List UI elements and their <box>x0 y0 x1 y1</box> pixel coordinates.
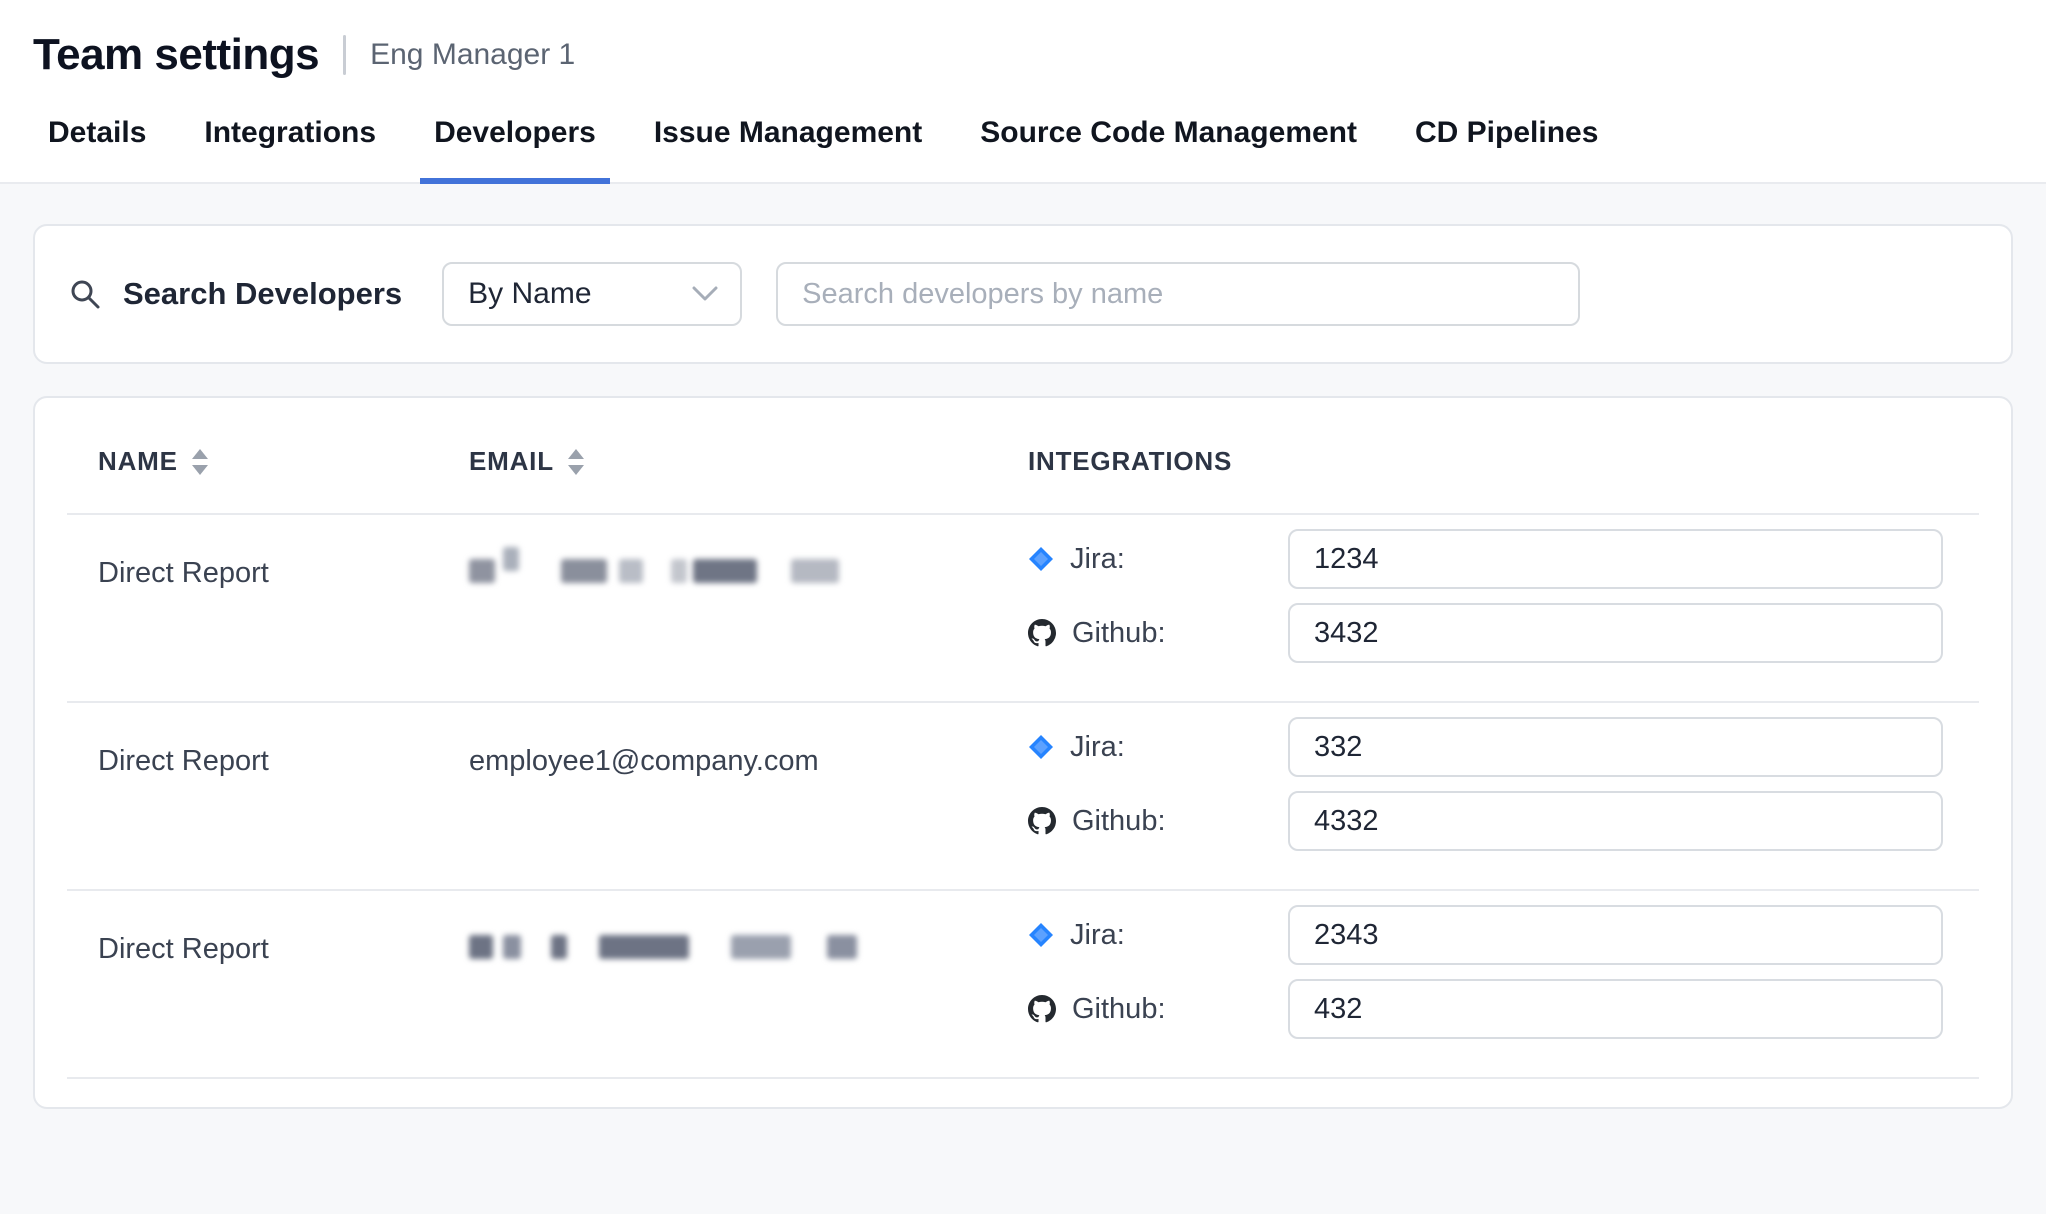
jira-label-group: Jira: <box>1028 543 1288 576</box>
sort-icon[interactable] <box>190 447 210 477</box>
github-integration-row: Github: <box>1028 791 1943 851</box>
github-integration-row: Github: <box>1028 979 1943 1039</box>
jira-icon <box>1028 922 1054 948</box>
column-header-name[interactable]: NAME <box>67 446 437 477</box>
integrations-cell: Jira: Github: <box>997 717 1979 851</box>
developer-email: employee1@company.com <box>437 717 997 851</box>
jira-label: Jira: <box>1070 919 1125 952</box>
github-icon <box>1028 807 1056 835</box>
tab-bar: Details Integrations Developers Issue Ma… <box>0 88 2046 184</box>
tab-developers[interactable]: Developers <box>420 116 610 184</box>
sort-icon[interactable] <box>566 447 586 477</box>
github-label: Github: <box>1072 617 1166 650</box>
table-row: Direct Report <box>67 515 1979 703</box>
jira-label: Jira: <box>1070 543 1125 576</box>
column-header-name-label: NAME <box>98 446 178 477</box>
page-header: Team settings Eng Manager 1 Details Inte… <box>0 0 2046 184</box>
jira-id-input[interactable] <box>1288 529 1943 589</box>
search-icon <box>69 278 101 310</box>
column-header-integrations: INTEGRATIONS <box>997 446 1979 477</box>
developer-name: Direct Report <box>67 717 437 851</box>
search-filter-selected-value: By Name <box>468 277 591 311</box>
developer-email <box>437 905 997 1039</box>
jira-id-input[interactable] <box>1288 905 1943 965</box>
main-content: Search Developers By Name NAME <box>0 184 2046 1109</box>
tab-issue-management[interactable]: Issue Management <box>640 116 936 184</box>
jira-integration-row: Jira: <box>1028 529 1943 589</box>
redacted-email <box>469 927 997 967</box>
github-id-input[interactable] <box>1288 603 1943 663</box>
title-row: Team settings Eng Manager 1 <box>0 0 2046 88</box>
table-header-row: NAME EMAIL INTEGRATIONS <box>67 398 1979 515</box>
search-input[interactable] <box>776 262 1580 326</box>
developer-email <box>437 529 997 663</box>
table-row: Direct Report employee1@company.com Jira… <box>67 703 1979 891</box>
page-title: Team settings <box>33 30 319 80</box>
github-icon <box>1028 995 1056 1023</box>
jira-icon <box>1028 734 1054 760</box>
tab-integrations[interactable]: Integrations <box>190 116 390 184</box>
column-header-email[interactable]: EMAIL <box>437 446 997 477</box>
github-icon <box>1028 619 1056 647</box>
github-label: Github: <box>1072 805 1166 838</box>
column-header-email-label: EMAIL <box>469 446 554 477</box>
tab-cd-pipelines[interactable]: CD Pipelines <box>1401 116 1612 184</box>
search-card: Search Developers By Name <box>33 224 2013 364</box>
search-filter-dropdown[interactable]: By Name <box>442 262 742 326</box>
github-id-input[interactable] <box>1288 791 1943 851</box>
jira-label: Jira: <box>1070 731 1125 764</box>
title-divider <box>343 35 346 75</box>
search-developers-label: Search Developers <box>123 276 402 312</box>
jira-label-group: Jira: <box>1028 731 1288 764</box>
chevron-down-icon <box>692 286 718 302</box>
github-label-group: Github: <box>1028 805 1288 838</box>
developers-table: NAME EMAIL INTEGRATIONS <box>33 396 2013 1109</box>
developer-name: Direct Report <box>67 529 437 663</box>
integrations-cell: Jira: Github: <box>997 529 1979 663</box>
github-id-input[interactable] <box>1288 979 1943 1039</box>
github-label-group: Github: <box>1028 993 1288 1026</box>
jira-integration-row: Jira: <box>1028 717 1943 777</box>
github-label-group: Github: <box>1028 617 1288 650</box>
page-subtitle: Eng Manager 1 <box>370 38 575 72</box>
developer-name: Direct Report <box>67 905 437 1039</box>
redacted-email <box>469 551 997 591</box>
integrations-cell: Jira: Github: <box>997 905 1979 1039</box>
table-row: Direct Report <box>67 891 1979 1079</box>
jira-id-input[interactable] <box>1288 717 1943 777</box>
jira-label-group: Jira: <box>1028 919 1288 952</box>
jira-icon <box>1028 546 1054 572</box>
github-integration-row: Github: <box>1028 603 1943 663</box>
column-header-integrations-label: INTEGRATIONS <box>1028 446 1232 477</box>
jira-integration-row: Jira: <box>1028 905 1943 965</box>
github-label: Github: <box>1072 993 1166 1026</box>
tab-source-code-management[interactable]: Source Code Management <box>966 116 1371 184</box>
tab-details[interactable]: Details <box>34 116 160 184</box>
